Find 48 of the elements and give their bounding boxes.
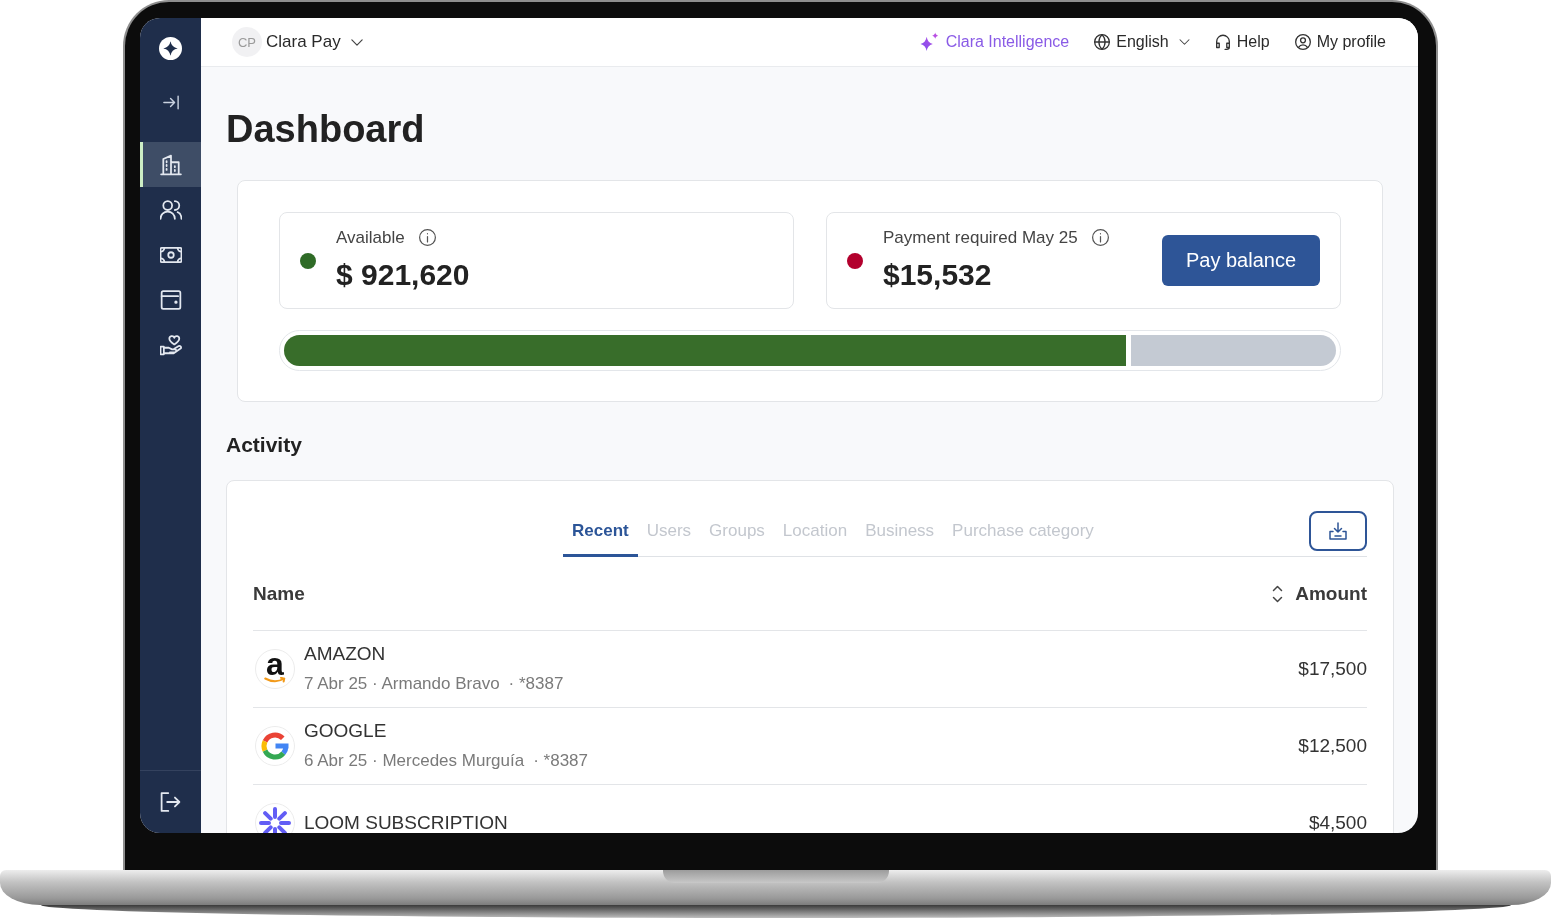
globe-icon (1094, 34, 1111, 50)
logout-icon[interactable] (160, 792, 181, 812)
wallet-icon (159, 288, 182, 311)
info-icon[interactable] (418, 229, 436, 246)
section-title: Activity (226, 432, 303, 458)
star-logo-icon (159, 36, 182, 60)
letter-g-icon (255, 726, 295, 766)
merchant-name: LOOM SUBSCRIPTION (304, 811, 509, 833)
chevron-down-icon (1178, 39, 1190, 45)
logo-letter: a (266, 651, 284, 676)
chevron-down-icon (350, 38, 363, 46)
balance-label: Available (336, 227, 405, 248)
amount: $4,500 (1308, 812, 1367, 833)
card-number: · *8387 (508, 673, 564, 695)
building-icon (159, 153, 182, 176)
account-dropdown[interactable]: Clara Pay (266, 32, 363, 52)
avatar-initials: CP (232, 27, 262, 57)
amount: $17,500 (1298, 658, 1367, 680)
pay-balance-button[interactable]: Pay balance (1162, 235, 1320, 286)
amount: $12,500 (1298, 735, 1367, 757)
users-icon (159, 198, 182, 221)
merchant-name: GOOGLE (304, 719, 388, 743)
transaction-details: 6 Abr 25 · Mercedes Murguía (304, 750, 525, 772)
balance-amount: $ 921,620 (336, 256, 471, 293)
assistant-link[interactable]: Clara Intelligence (919, 32, 1070, 52)
headset-icon (1214, 34, 1231, 50)
profile-link[interactable]: My profile (1294, 33, 1386, 51)
help-link[interactable]: Help (1214, 33, 1270, 51)
user-circle-icon (1294, 34, 1311, 50)
page-title: Dashboard (226, 107, 426, 152)
download-button[interactable] (1309, 511, 1367, 551)
transaction-details: 7 Abr 25 · Armando Bravo (304, 673, 500, 695)
card-number: · *8387 (533, 750, 588, 772)
arrow-to-bar-icon[interactable] (162, 94, 179, 110)
language-dropdown[interactable]: English (1094, 33, 1190, 51)
tray-download-icon (1328, 522, 1348, 540)
heart-hand-icon (159, 333, 182, 356)
info-icon[interactable] (1091, 229, 1109, 246)
tab[interactable]: Recent (563, 521, 638, 557)
balance-amount: $15,532 (883, 256, 993, 293)
smile-arrow-icon (263, 676, 287, 683)
column-header: Name (253, 582, 305, 605)
column-header: Amount (1295, 582, 1367, 605)
nav-item[interactable] (140, 142, 201, 187)
sparkle-icon (919, 32, 939, 52)
balance-label: Payment required May 25 (883, 227, 1078, 248)
merchant-name: AMAZON (304, 642, 387, 666)
sort-icon[interactable] (1272, 584, 1284, 603)
